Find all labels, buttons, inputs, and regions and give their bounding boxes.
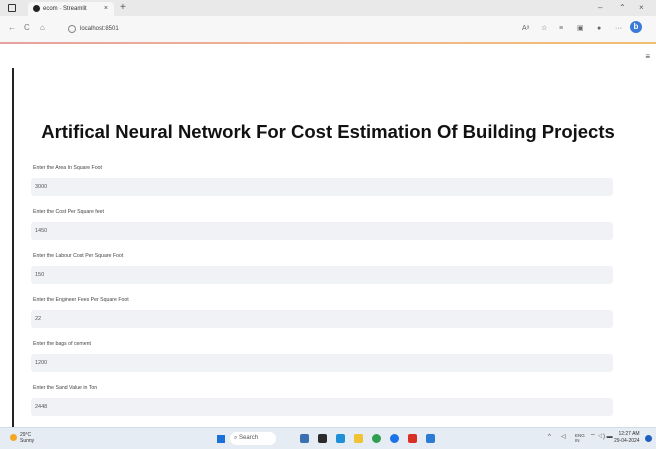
cement-bags-input[interactable]: 1200 bbox=[31, 354, 613, 372]
sun-icon[interactable] bbox=[10, 434, 17, 441]
tab-close-icon[interactable]: × bbox=[104, 2, 108, 16]
weather-desc: Sunny bbox=[20, 438, 35, 444]
cost-per-sqft-input[interactable]: 1450 bbox=[31, 222, 613, 240]
page-viewport: ≡ Artifical Neural Network For Cost Esti… bbox=[0, 44, 656, 427]
tab-actions-icon[interactable] bbox=[8, 4, 16, 12]
tab-title: ecom · Streamlit bbox=[43, 6, 87, 12]
field-label-labour: Enter the Labour Cost Per Square Foot bbox=[33, 253, 124, 259]
taskbar: 29°C Sunny ⌕ Search ^ ◁ ENG IN ⌔ ◁) ▬ 12:… bbox=[0, 427, 656, 449]
field-label-sand: Enter the Sand Value in Ton bbox=[33, 385, 98, 391]
file-explorer-icon[interactable] bbox=[354, 434, 363, 443]
region-code: IN bbox=[575, 438, 580, 443]
profile-icon[interactable]: ● bbox=[597, 24, 601, 34]
sand-value-input[interactable]: 2448 bbox=[31, 398, 613, 416]
site-info-icon[interactable] bbox=[68, 25, 76, 33]
vscode-icon[interactable] bbox=[426, 434, 435, 443]
refresh-icon[interactable]: C bbox=[24, 23, 30, 33]
browser-tab[interactable]: ecom · Streamlit × bbox=[28, 2, 114, 16]
field-label-engineer: Enter the Engineer Fees Per Square Foot bbox=[33, 297, 129, 303]
clock[interactable]: 12:27 AM 29-04-2024 bbox=[614, 431, 640, 445]
field-label-cement: Enter the bags of cement bbox=[33, 341, 91, 347]
favorite-icon[interactable]: ☆ bbox=[541, 24, 547, 34]
field-label-area: Enter the Area In Square Foot bbox=[33, 165, 102, 171]
wifi-sound-battery-icon[interactable]: ⌔ ◁) ▬ bbox=[590, 433, 613, 441]
store-icon[interactable] bbox=[408, 434, 417, 443]
streamlit-favicon-icon bbox=[33, 5, 40, 12]
labour-cost-input[interactable]: 150 bbox=[31, 266, 613, 284]
widgets-icon[interactable] bbox=[300, 434, 309, 443]
streamlit-menu-icon[interactable]: ≡ bbox=[645, 52, 650, 62]
home-icon[interactable]: ⌂ bbox=[40, 23, 45, 33]
notification-icon[interactable] bbox=[645, 435, 652, 442]
area-input[interactable]: 3000 bbox=[31, 178, 613, 196]
favorites-bar-icon[interactable]: ≡ bbox=[559, 24, 563, 34]
url-field[interactable]: localhost:8501 bbox=[80, 24, 119, 34]
collections-icon[interactable]: ▣ bbox=[577, 24, 584, 34]
address-bar: ← C ⌂ localhost:8501 Aᵃ ☆ ≡ ▣ ● ··· b bbox=[0, 16, 656, 43]
field-label-cost: Enter the Cost Per Square feet bbox=[33, 209, 104, 215]
chrome-icon[interactable] bbox=[372, 434, 381, 443]
taskbar-search[interactable]: ⌕ Search bbox=[230, 432, 276, 445]
minimize-button[interactable]: – bbox=[598, 2, 602, 14]
window-close-button[interactable]: × bbox=[639, 2, 644, 14]
more-options-icon[interactable]: ··· bbox=[615, 24, 622, 34]
bing-copilot-icon[interactable]: b bbox=[630, 21, 642, 33]
engineer-fees-input[interactable]: 22 bbox=[31, 310, 613, 328]
browser-tab-strip: ecom · Streamlit × + – ⌃ × bbox=[0, 0, 656, 16]
back-icon[interactable]: ← bbox=[8, 23, 16, 33]
start-icon[interactable] bbox=[217, 435, 225, 443]
date: 29-04-2024 bbox=[614, 438, 640, 444]
restore-button[interactable]: ⌃ bbox=[619, 2, 626, 14]
page-title: Artifical Neural Network For Cost Estima… bbox=[41, 121, 615, 142]
network-icon[interactable]: ◁ bbox=[561, 433, 566, 441]
page-left-border bbox=[12, 68, 14, 427]
new-tab-button[interactable]: + bbox=[120, 1, 126, 15]
show-hidden-icons-icon[interactable]: ^ bbox=[548, 433, 551, 441]
task-view-icon[interactable] bbox=[318, 434, 327, 443]
time: 12:27 AM bbox=[618, 431, 640, 437]
language-indicator[interactable]: ENG IN bbox=[575, 433, 585, 443]
weather-widget[interactable]: 29°C Sunny bbox=[20, 432, 34, 444]
read-aloud-icon[interactable]: Aᵃ bbox=[522, 24, 529, 34]
browser-app-icon[interactable] bbox=[390, 434, 399, 443]
edge-icon[interactable] bbox=[336, 434, 345, 443]
search-label: Search bbox=[239, 435, 259, 441]
